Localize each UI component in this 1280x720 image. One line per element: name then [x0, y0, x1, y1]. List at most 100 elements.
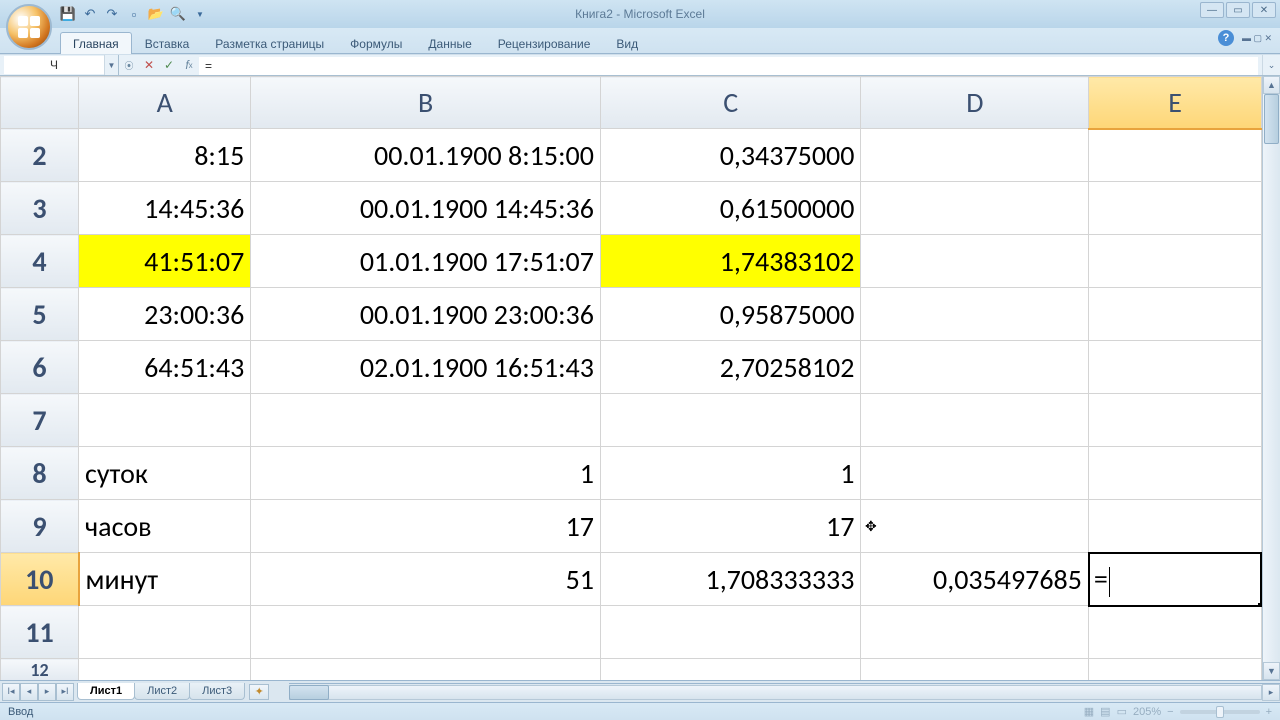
cell-E6[interactable] [1089, 341, 1261, 394]
ribbon-minimize-icon[interactable]: ▬ ▢ ✕ [1242, 33, 1272, 44]
qat-dropdown-icon[interactable]: ▼ [192, 6, 208, 22]
new-icon[interactable]: ▫ [126, 6, 142, 22]
cell-B6[interactable]: 02.01.1900 16:51:43 [251, 341, 601, 394]
row-header-2[interactable]: 2 [1, 129, 79, 182]
column-header-E[interactable]: E [1089, 77, 1261, 129]
cell-E5[interactable] [1089, 288, 1261, 341]
cell-D10[interactable]: 0,035497685 [861, 553, 1089, 606]
zoom-out-icon[interactable]: − [1167, 706, 1173, 718]
row-header-9[interactable]: 9 [1, 500, 79, 553]
worksheet-grid[interactable]: ABCDE28:1500.01.1900 8:15:000,3437500031… [0, 76, 1280, 682]
sheet-tab-Лист2[interactable]: Лист2 [134, 683, 190, 700]
row-header-5[interactable]: 5 [1, 288, 79, 341]
sheet-nav-first-icon[interactable]: I◂ [2, 683, 20, 701]
cell-D3[interactable] [861, 182, 1089, 235]
cancel-formula-icon[interactable]: ✕ [139, 55, 159, 75]
cell-D8[interactable] [861, 447, 1089, 500]
cell-C6[interactable]: 2,70258102 [600, 341, 860, 394]
fx-icon[interactable]: fx [179, 55, 199, 75]
cell-E2[interactable] [1089, 129, 1261, 182]
cell-E11[interactable] [1089, 606, 1261, 659]
column-header-D[interactable]: D [861, 77, 1089, 129]
column-header-C[interactable]: C [600, 77, 860, 129]
vertical-scrollbar[interactable]: ▲ ▼ [1262, 76, 1280, 680]
print-preview-icon[interactable]: 🔍 [170, 6, 186, 22]
select-all-corner[interactable] [1, 77, 79, 129]
cell-A5[interactable]: 23:00:36 [79, 288, 251, 341]
sheet-nav-next-icon[interactable]: ▸ [38, 683, 56, 701]
cell-B4[interactable]: 01.01.1900 17:51:07 [251, 235, 601, 288]
row-header-8[interactable]: 8 [1, 447, 79, 500]
cell-B11[interactable] [251, 606, 601, 659]
formula-input[interactable] [199, 57, 1258, 75]
open-icon[interactable]: 📂 [148, 6, 164, 22]
minimize-button[interactable]: — [1200, 2, 1224, 18]
row-header-3[interactable]: 3 [1, 182, 79, 235]
cell-E3[interactable] [1089, 182, 1261, 235]
help-icon[interactable]: ? [1218, 30, 1234, 46]
row-header-7[interactable]: 7 [1, 394, 79, 447]
cell-C7[interactable] [600, 394, 860, 447]
ribbon-tab-вид[interactable]: Вид [603, 32, 651, 54]
close-button[interactable]: ✕ [1252, 2, 1276, 18]
cell-C8[interactable]: 1 [600, 447, 860, 500]
cell-C3[interactable]: 0,61500000 [600, 182, 860, 235]
enter-formula-icon[interactable]: ✓ [159, 55, 179, 75]
cell-C10[interactable]: 1,708333333 [600, 553, 860, 606]
row-header-4[interactable]: 4 [1, 235, 79, 288]
ribbon-tab-разметка страницы[interactable]: Разметка страницы [202, 32, 337, 54]
cell-A7[interactable] [79, 394, 251, 447]
formula-bar-expand-icon[interactable]: ⌄ [1262, 55, 1280, 75]
cell-A8[interactable]: суток [79, 447, 251, 500]
cell-B8[interactable]: 1 [251, 447, 601, 500]
cell-C2[interactable]: 0,34375000 [600, 129, 860, 182]
cell-B5[interactable]: 00.01.1900 23:00:36 [251, 288, 601, 341]
undo-icon[interactable]: ↶ [82, 6, 98, 22]
cell-A10[interactable]: минут [79, 553, 251, 606]
sheet-tab-Лист1[interactable]: Лист1 [77, 683, 135, 700]
cell-A6[interactable]: 64:51:43 [79, 341, 251, 394]
redo-icon[interactable]: ↷ [104, 6, 120, 22]
row-header-6[interactable]: 6 [1, 341, 79, 394]
ribbon-tab-вставка[interactable]: Вставка [132, 32, 203, 54]
cell-E9[interactable] [1089, 500, 1261, 553]
cell-D4[interactable] [861, 235, 1089, 288]
column-header-A[interactable]: A [79, 77, 251, 129]
scroll-down-icon[interactable]: ▼ [1263, 662, 1280, 680]
restore-button[interactable]: ▭ [1226, 2, 1250, 18]
new-sheet-button[interactable]: ✦ [249, 684, 269, 700]
cell-D2[interactable] [861, 129, 1089, 182]
cell-B7[interactable] [251, 394, 601, 447]
cell-D9[interactable] [861, 500, 1089, 553]
row-header-12[interactable]: 12 [1, 659, 79, 682]
view-layout-icon[interactable]: ▤ [1100, 705, 1110, 718]
cell-D11[interactable] [861, 606, 1089, 659]
cell-A3[interactable]: 14:45:36 [79, 182, 251, 235]
cell-B2[interactable]: 00.01.1900 8:15:00 [251, 129, 601, 182]
cell-D7[interactable] [861, 394, 1089, 447]
ribbon-tab-данные[interactable]: Данные [415, 32, 484, 54]
cell-D5[interactable] [861, 288, 1089, 341]
cell-B3[interactable]: 00.01.1900 14:45:36 [251, 182, 601, 235]
row-header-11[interactable]: 11 [1, 606, 79, 659]
cell-C11[interactable] [600, 606, 860, 659]
cell-D6[interactable] [861, 341, 1089, 394]
cell-E12[interactable] [1089, 659, 1261, 682]
ribbon-tab-главная[interactable]: Главная [60, 32, 132, 54]
office-button[interactable] [6, 4, 52, 50]
sheet-nav-prev-icon[interactable]: ◂ [20, 683, 38, 701]
ribbon-tab-формулы[interactable]: Формулы [337, 32, 415, 54]
save-icon[interactable]: 💾 [60, 6, 76, 22]
cell-C12[interactable] [600, 659, 860, 682]
view-break-icon[interactable]: ▭ [1117, 705, 1127, 718]
scroll-right-icon[interactable]: ▸ [1262, 684, 1280, 701]
namebox-dropdown-icon[interactable]: ▼ [104, 55, 118, 75]
row-header-10[interactable]: 10 [1, 553, 79, 606]
cell-A4[interactable]: 41:51:07 [79, 235, 251, 288]
cell-A9[interactable]: часов [79, 500, 251, 553]
cell-A12[interactable] [79, 659, 251, 682]
cell-E8[interactable] [1089, 447, 1261, 500]
sheet-tab-Лист3[interactable]: Лист3 [189, 683, 245, 700]
cell-B10[interactable]: 51 [251, 553, 601, 606]
range-dropdown-icon[interactable]: ⦿ [119, 55, 139, 75]
